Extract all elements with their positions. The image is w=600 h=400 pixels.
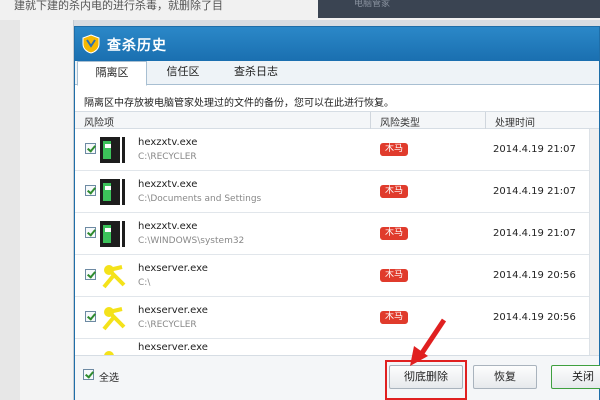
file-name: hexzxtv.exe (138, 137, 198, 148)
table-row[interactable]: hexzxtv.exe C:\RECYCLER 木马 2014.4.19 21:… (75, 129, 599, 171)
background-text: 建就下建的杀内电的进行杀毒，就删除了目 (14, 0, 223, 12)
risk-badge: 木马 (380, 269, 409, 282)
select-all-label[interactable]: 全选 (99, 369, 119, 384)
program-icon (100, 179, 125, 205)
satellite-icon (104, 351, 114, 355)
process-time: 2014.4.19 20:56 (493, 270, 576, 281)
background-left (0, 20, 20, 400)
tab-trusted[interactable]: 信任区 (153, 61, 213, 85)
background-left-strip (20, 20, 74, 400)
close-button[interactable]: 关闭 (551, 365, 600, 389)
quarantine-description: 隔离区中存放被电脑管家处理过的文件的备份，您可以在此进行恢复。 (84, 98, 394, 109)
table-row[interactable]: hexzxtv.exe C:\Documents and Settings 木马… (75, 171, 599, 213)
window-title: 查杀历史 (107, 38, 167, 54)
shield-logo-icon (82, 34, 100, 54)
process-time: 2014.4.19 21:07 (493, 228, 576, 239)
quarantine-list: hexzxtv.exe C:\RECYCLER 木马 2014.4.19 21:… (75, 129, 599, 355)
program-icon (100, 137, 125, 163)
column-divider[interactable] (485, 112, 486, 130)
tab-scan-log[interactable]: 查杀日志 (221, 61, 291, 85)
file-name: hexserver.exe (138, 305, 208, 316)
satellite-icon (102, 265, 126, 289)
risk-badge: 木马 (380, 143, 409, 156)
file-name: hexserver.exe (138, 263, 208, 274)
risk-badge: 木马 (380, 227, 409, 240)
table-row[interactable]: hexserver.exe (75, 339, 599, 355)
row-checkbox[interactable] (85, 311, 96, 322)
row-checkbox[interactable] (85, 227, 96, 238)
list-header: 风险项 风险类型 处理时间 (75, 111, 599, 130)
tab-bar: 隔离区 信任区 查杀日志 (75, 61, 599, 86)
file-name: hexserver.exe (138, 342, 208, 353)
column-divider[interactable] (370, 112, 371, 130)
scan-history-window: 查杀历史 隔离区 信任区 查杀日志 隔离区中存放被电脑管家处理过的文件的备份，您… (74, 26, 600, 400)
program-icon (100, 221, 125, 247)
satellite-icon (102, 307, 126, 331)
risk-badge: 木马 (380, 185, 409, 198)
delete-permanently-button[interactable]: 彻底删除 (389, 365, 463, 389)
table-row[interactable]: hexserver.exe C:\ 木马 2014.4.19 20:56 (75, 255, 599, 297)
process-time: 2014.4.19 21:07 (493, 144, 576, 155)
column-header-item[interactable]: 风险项 (84, 114, 114, 129)
annotation-arrow-icon (410, 318, 447, 366)
row-checkbox[interactable] (85, 143, 96, 154)
restore-button[interactable]: 恢复 (473, 365, 537, 389)
file-name: hexzxtv.exe (138, 221, 198, 232)
file-path: C:\ (138, 278, 151, 288)
tab-quarantine[interactable]: 隔离区 (77, 61, 147, 86)
background-dark-text: 电脑管家 (354, 0, 391, 9)
file-path: C:\WINDOWS\system32 (138, 236, 245, 246)
column-header-type[interactable]: 风险类型 (380, 114, 420, 129)
file-name: hexzxtv.exe (138, 179, 198, 190)
footer-bar: 全选 彻底删除 恢复 关闭 (75, 355, 600, 400)
table-row[interactable]: hexzxtv.exe C:\WINDOWS\system32 木马 2014.… (75, 213, 599, 255)
file-path: C:\RECYCLER (138, 152, 197, 162)
list-scrollbar[interactable] (589, 129, 599, 355)
titlebar[interactable]: 查杀历史 (75, 27, 599, 61)
column-header-time[interactable]: 处理时间 (495, 114, 535, 129)
risk-badge: 木马 (380, 311, 409, 324)
select-all-checkbox[interactable] (83, 369, 94, 380)
row-checkbox[interactable] (85, 185, 96, 196)
process-time: 2014.4.19 20:56 (493, 312, 576, 323)
file-path: C:\Documents and Settings (138, 194, 262, 204)
file-path: C:\RECYCLER (138, 320, 197, 330)
table-row[interactable]: hexserver.exe C:\RECYCLER 木马 2014.4.19 2… (75, 297, 599, 339)
row-checkbox[interactable] (85, 269, 96, 280)
process-time: 2014.4.19 21:07 (493, 186, 576, 197)
